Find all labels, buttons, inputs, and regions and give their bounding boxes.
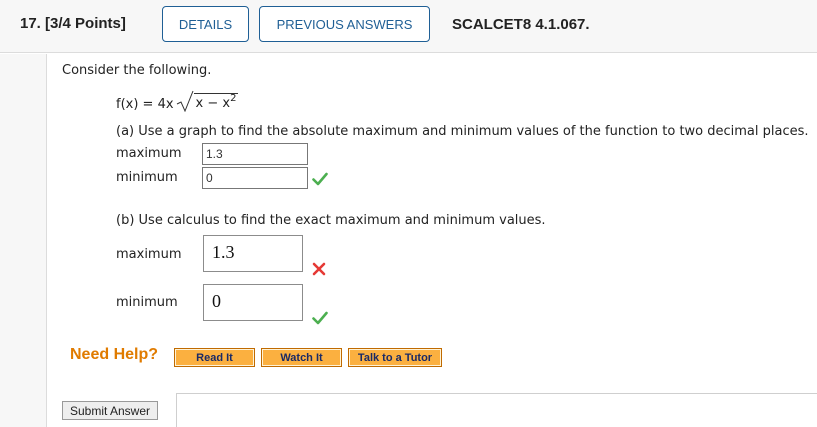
talk-to-tutor-button[interactable]: Talk to a Tutor — [348, 348, 442, 367]
left-margin-bar — [0, 54, 47, 427]
part-b-prompt: (b) Use calculus to find the exact maxim… — [116, 213, 546, 228]
part-a-maximum-label: maximum — [116, 146, 182, 161]
problem-code: SCALCET8 4.1.067. — [452, 16, 590, 33]
part-a-minimum-label: minimum — [116, 170, 178, 185]
function-formula: f(x) = 4x x − x2 — [116, 88, 239, 112]
formula-radicand: x − x2 — [193, 93, 239, 112]
question-header: 17. [3/4 Points] DETAILS PREVIOUS ANSWER… — [0, 0, 817, 53]
read-it-button[interactable]: Read It — [174, 348, 255, 367]
details-button[interactable]: DETAILS — [162, 6, 249, 42]
formula-lhs: f(x) = 4x — [116, 97, 174, 112]
part-a-minimum-input[interactable]: 0 — [202, 167, 308, 189]
correct-check-icon — [312, 172, 328, 186]
square-root-icon — [176, 90, 194, 112]
part-b-minimum-label: minimum — [116, 295, 178, 310]
watch-it-button[interactable]: Watch It — [261, 348, 342, 367]
correct-check-icon — [312, 311, 328, 325]
submit-answer-button[interactable]: Submit Answer — [62, 401, 158, 420]
question-title: 17. [3/4 Points] — [20, 15, 126, 32]
radicand-text: x − x — [195, 96, 231, 111]
need-help-label: Need Help? — [70, 346, 159, 363]
part-b-minimum-input[interactable]: 0 — [203, 284, 303, 321]
question-number: 17. — [20, 15, 41, 32]
radicand-exponent: 2 — [230, 93, 237, 104]
footer-panel — [176, 393, 817, 427]
question-points: [3/4 Points] — [45, 15, 126, 32]
part-b-maximum-label: maximum — [116, 247, 182, 262]
problem-intro: Consider the following. — [62, 63, 212, 78]
incorrect-x-icon — [312, 262, 326, 276]
part-a-maximum-input[interactable]: 1.3 — [202, 143, 308, 165]
part-a-prompt: (a) Use a graph to find the absolute max… — [116, 124, 809, 139]
previous-answers-button[interactable]: PREVIOUS ANSWERS — [259, 6, 430, 42]
part-b-maximum-input[interactable]: 1.3 — [203, 235, 303, 272]
